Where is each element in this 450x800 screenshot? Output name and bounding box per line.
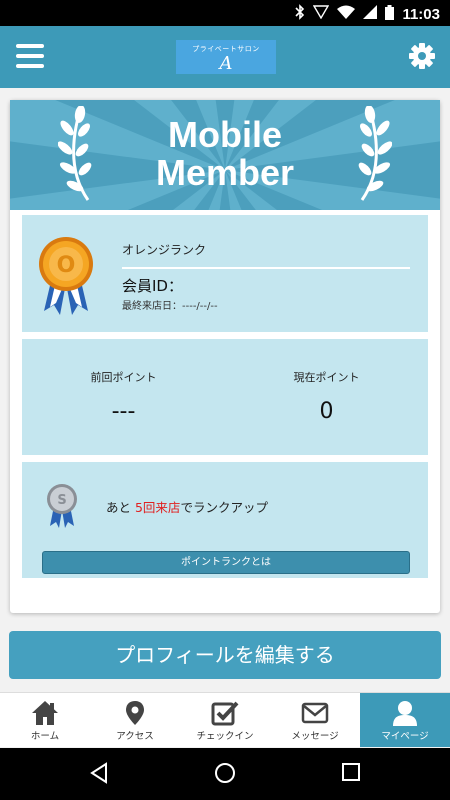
rank-divider [122,267,410,269]
rank-up-visits: 5回来店 [134,500,181,515]
points-panel: 前回ポイント --- 現在ポイント 0 [22,339,428,455]
settings-gear-icon[interactable] [408,42,436,70]
banner-title-line1: Mobile [168,114,282,155]
member-card: Mobile Member O オレンジランク 会員ID： 最終来店日：----… [10,100,440,613]
tab-checkin-label: チェックイン [196,731,254,742]
rank-name: オレンジランク [122,243,207,257]
edit-profile-button[interactable]: プロフィールを編集する [9,631,441,679]
tab-access-label: アクセス [116,731,154,742]
signal-none-icon [313,5,330,23]
silver-medal-letter: S [57,493,66,508]
banner-title: Mobile Member [10,116,440,192]
checkin-icon [211,701,239,726]
back-icon[interactable] [88,762,110,788]
clock: 11:03 [402,5,440,23]
previous-points-value: --- [111,399,136,424]
last-visit-date: 最終来店日：----/--/-- [122,301,218,312]
tab-home[interactable]: ホーム [0,693,90,747]
orange-rank-medal-icon: O [38,237,94,315]
salon-logo: プライベートサロン A [176,40,276,74]
tab-home-label: ホーム [30,731,60,742]
wifi-icon [337,5,356,23]
tab-access[interactable]: アクセス [90,693,180,747]
tab-checkin[interactable]: チェックイン [180,693,270,747]
status-bar: 11:03 [0,0,450,26]
map-pin-icon [126,701,144,725]
tab-message-label: メッセージ [291,731,339,742]
medal-letter: O [57,253,76,278]
user-icon [393,701,417,726]
member-id-label: 会員ID： [122,277,183,295]
banner-title-line2: Member [155,152,295,193]
battery-icon [385,4,395,24]
recents-square-icon[interactable] [341,762,361,786]
home-circle-icon[interactable] [214,762,236,788]
current-points-label: 現在ポイント [293,371,360,384]
tab-mypage[interactable]: マイページ [360,693,450,747]
cell-signal-icon [363,5,378,23]
rank-up-text: あと 5回来店でランクアップ [106,497,268,516]
previous-points: 前回ポイント --- [22,369,225,424]
hamburger-menu-icon[interactable] [16,44,44,68]
logo-letter: A [219,53,233,74]
point-rank-info-button[interactable]: ポイントランクとは [42,551,410,574]
silver-rank-medal-icon: S [46,484,78,528]
system-navigation-bar [0,748,450,800]
logo-subtitle: プライベートサロン [192,45,260,53]
previous-points-label: 前回ポイント [90,371,157,384]
tab-message[interactable]: メッセージ [270,693,360,747]
current-points: 現在ポイント 0 [225,369,428,424]
rank-panel: O オレンジランク 会員ID： 最終来店日：----/--/-- [22,215,428,332]
rank-up-panel: S あと 5回来店でランクアップ ポイントランクとは [22,462,428,578]
home-icon [32,701,58,725]
rank-up-prefix: あと [106,500,135,515]
bluetooth-icon [295,4,305,24]
member-banner: Mobile Member [10,100,440,210]
bottom-tab-bar: ホーム アクセス チェックイン メッセージ マイページ [0,692,450,747]
tab-mypage-label: マイページ [381,731,429,742]
envelope-icon [301,702,329,724]
app-bar: プライベートサロン A [0,26,450,88]
rank-up-suffix: でランクアップ [180,500,268,515]
current-points-value: 0 [319,399,334,424]
